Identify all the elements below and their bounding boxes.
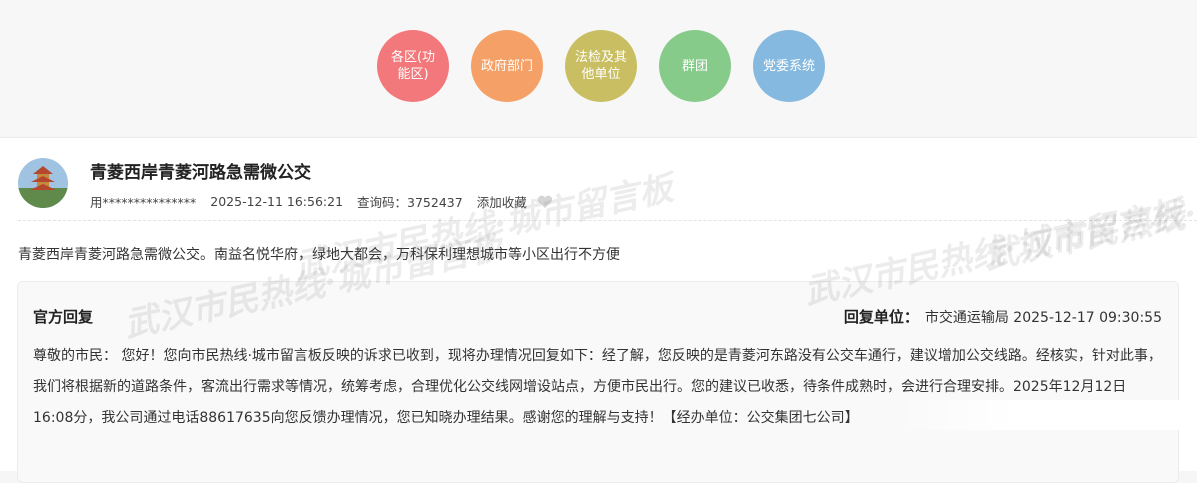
category-bar: 各区(功能区) 政府部门 法检及其他单位 群团 党委系统 — [0, 0, 1197, 135]
add-favorite-link[interactable]: 添加收藏 — [477, 192, 527, 211]
category-party-button[interactable]: 党委系统 — [753, 30, 825, 102]
yellow-crane-tower-icon — [18, 158, 68, 208]
reply-unit-value: 市交通运输局 2025-12-17 09:30:55 — [924, 310, 1162, 326]
avatar — [18, 158, 68, 208]
heart-icon[interactable] — [537, 195, 553, 209]
category-list: 各区(功能区) 政府部门 法检及其他单位 群团 党委系统 — [377, 30, 847, 102]
post-user: 用*************** — [90, 195, 197, 210]
reply-unit: 回复单位： 市交通运输局 2025-12-17 09:30:55 — [844, 306, 1162, 327]
post-query-code: 查询码：3752437 — [357, 195, 463, 210]
reply-unit-label: 回复单位： — [843, 308, 919, 326]
category-districts-button[interactable]: 各区(功能区) — [377, 30, 449, 102]
post-meta: 用*************** 2025-12-11 16:56:21 查询码… — [90, 192, 553, 211]
fade-overlay — [897, 400, 1197, 430]
category-groups-button[interactable]: 群团 — [659, 30, 731, 102]
reply-label: 官方回复 — [33, 308, 94, 326]
official-reply-box: 官方回复 回复单位： 市交通运输局 2025-12-17 09:30:55 尊敬的… — [17, 281, 1179, 483]
post-content: 青菱西岸青菱河路急需微公交。南益名悦华府，绿地大都会，万科保利理想城市等小区出行… — [18, 247, 620, 263]
post-title: 青菱西岸青菱河路急需微公交 — [90, 163, 311, 183]
category-judicial-button[interactable]: 法检及其他单位 — [565, 30, 637, 102]
divider — [18, 220, 1197, 221]
category-government-button[interactable]: 政府部门 — [471, 30, 543, 102]
post-datetime: 2025-12-11 16:56:21 — [210, 194, 344, 209]
